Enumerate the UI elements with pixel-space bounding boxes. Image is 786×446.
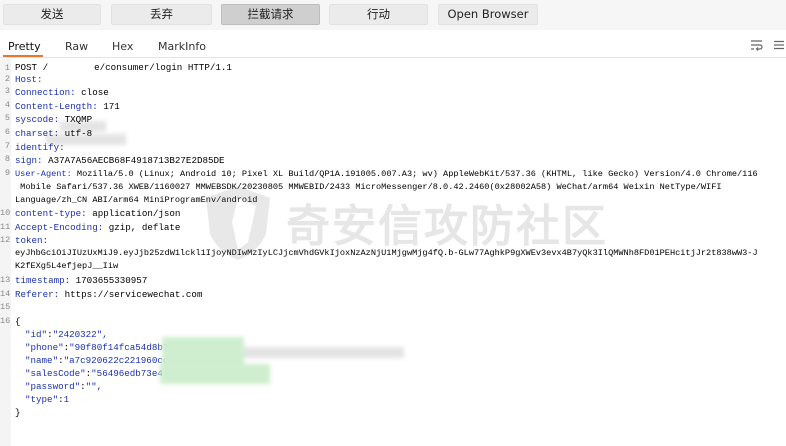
- line-number: 7: [4, 141, 10, 151]
- json-field: "salesCode":"56496edb73e4: [25, 368, 163, 379]
- header-key: charset:: [15, 128, 60, 139]
- menu-icon[interactable]: [773, 40, 785, 50]
- line-number: 5: [4, 113, 10, 123]
- open-browser-button[interactable]: Open Browser: [438, 4, 538, 25]
- tab-pretty[interactable]: Pretty: [8, 40, 41, 53]
- header-key: timestamp:: [15, 275, 71, 286]
- json-value: "a7c920622c221960cc: [63, 355, 169, 366]
- json-value: "",: [85, 381, 103, 392]
- header-key: User-Agent:: [15, 169, 72, 179]
- json-open-brace: {: [15, 316, 21, 327]
- header-line: User-Agent: Mozilla/5.0 (Linux; Android …: [15, 169, 758, 180]
- json-field: "name":"a7c920622c221960cc: [25, 355, 169, 366]
- header-value: TXQMP: [64, 114, 93, 125]
- header-key: token:: [15, 235, 49, 246]
- message-view-tabs: Pretty Raw Hex MarkInfo: [0, 33, 786, 58]
- header-value: https://servicewechat.com: [64, 289, 203, 300]
- line-number: 14: [0, 289, 11, 299]
- header-value: 171: [103, 101, 120, 112]
- line-number: 8: [4, 154, 10, 164]
- header-key: syscode:: [15, 114, 60, 125]
- json-value: "56496edb73e4: [91, 368, 163, 379]
- json-key: "password": [25, 381, 81, 392]
- json-key: "phone": [25, 342, 64, 353]
- header-key: content-type:: [15, 208, 87, 219]
- tab-raw[interactable]: Raw: [65, 40, 88, 53]
- request-method: POST /: [15, 62, 49, 73]
- intercept-toggle-button[interactable]: 拦截请求: [221, 4, 320, 25]
- watermark-text: 奇安信攻防社区: [286, 201, 608, 252]
- line-number: 13: [0, 275, 11, 285]
- header-value: application/json: [92, 208, 181, 219]
- header-key: identify:: [15, 142, 65, 153]
- line-number: 16: [0, 316, 11, 326]
- header-value: utf-8: [64, 128, 93, 139]
- header-line: Connection: close: [15, 87, 109, 98]
- watermark: 奇安信攻防社区: [198, 182, 608, 262]
- send-button[interactable]: 发送: [3, 4, 101, 25]
- active-tab-indicator: [3, 55, 43, 57]
- json-key: "type": [25, 394, 59, 405]
- tab-markinfo[interactable]: MarkInfo: [158, 40, 206, 53]
- header-line: token:: [15, 235, 48, 246]
- request-line: POST / e/consumer/login HTTP/1.1: [15, 62, 232, 73]
- line-number: 10: [0, 208, 11, 218]
- intercept-toolbar: 发送 丢弃 拦截请求 行动 Open Browser: [0, 0, 786, 30]
- header-key: Connection:: [15, 87, 76, 98]
- header-line: Content-Length: 171: [15, 101, 120, 112]
- line-number: 11: [0, 222, 11, 232]
- json-value: "90f80f14fca54d8b75: [69, 342, 174, 353]
- header-line: identify:: [15, 142, 65, 153]
- token-value: K2fEXg5L4efjepJ__Iiw: [15, 261, 118, 272]
- line-number: 1: [4, 63, 10, 73]
- header-key: Host:: [15, 74, 43, 85]
- json-field: "password":"",: [25, 381, 103, 392]
- json-key: "salesCode": [25, 368, 86, 379]
- line-number: 4: [4, 100, 10, 110]
- header-line: content-type: application/json: [15, 208, 180, 219]
- header-key: Referer:: [15, 289, 60, 300]
- json-field: "phone":"90f80f14fca54d8b75: [25, 342, 174, 353]
- request-path: e/consumer/login HTTP/1.1: [94, 62, 232, 73]
- line-number: 2: [4, 74, 10, 84]
- tab-hex[interactable]: Hex: [112, 40, 133, 53]
- header-line: charset: utf-8: [15, 128, 92, 139]
- header-line: syscode: TXQMP: [15, 114, 92, 125]
- header-value: A37A7A56AECB68F4918713B27E2D85DE: [48, 155, 225, 166]
- line-number: 12: [0, 235, 11, 245]
- header-value: K2fEXg5L4efjepJ__Iiw: [15, 261, 119, 271]
- header-value: close: [81, 87, 109, 98]
- header-line: timestamp: 1703655330957: [15, 275, 147, 286]
- header-line: Accept-Encoding: gzip, deflate: [15, 222, 180, 233]
- json-value: 1: [63, 394, 70, 405]
- header-line: Host:: [15, 74, 43, 85]
- json-key: "name": [25, 355, 59, 366]
- line-number: 6: [4, 127, 10, 137]
- header-line: sign: A37A7A56AECB68F4918713B27E2D85DE: [15, 155, 225, 166]
- header-key: Content-Length:: [15, 101, 98, 112]
- json-field: "id":"2420322",: [25, 329, 108, 340]
- line-number: 15: [0, 302, 11, 312]
- header-key: Accept-Encoding:: [15, 222, 104, 233]
- json-value: "2420322",: [52, 329, 108, 340]
- redacted-sales-code: [160, 364, 270, 384]
- header-line: Referer: https://servicewechat.com: [15, 289, 202, 300]
- json-field: "type":1: [25, 394, 70, 405]
- action-button[interactable]: 行动: [329, 4, 428, 25]
- line-number: 9: [4, 168, 10, 178]
- drop-button[interactable]: 丢弃: [111, 4, 212, 25]
- header-key: sign:: [15, 155, 43, 166]
- json-key: "id": [25, 329, 48, 340]
- header-value: gzip, deflate: [108, 222, 181, 233]
- wrap-lines-icon[interactable]: [750, 39, 763, 51]
- shield-logo-icon: [206, 186, 270, 260]
- json-close-brace: }: [15, 407, 21, 418]
- line-number: 3: [4, 86, 10, 96]
- header-value: 1703655330957: [75, 275, 148, 286]
- header-value: Mozilla/5.0 (Linux; Android 10; Pixel XL…: [76, 169, 758, 179]
